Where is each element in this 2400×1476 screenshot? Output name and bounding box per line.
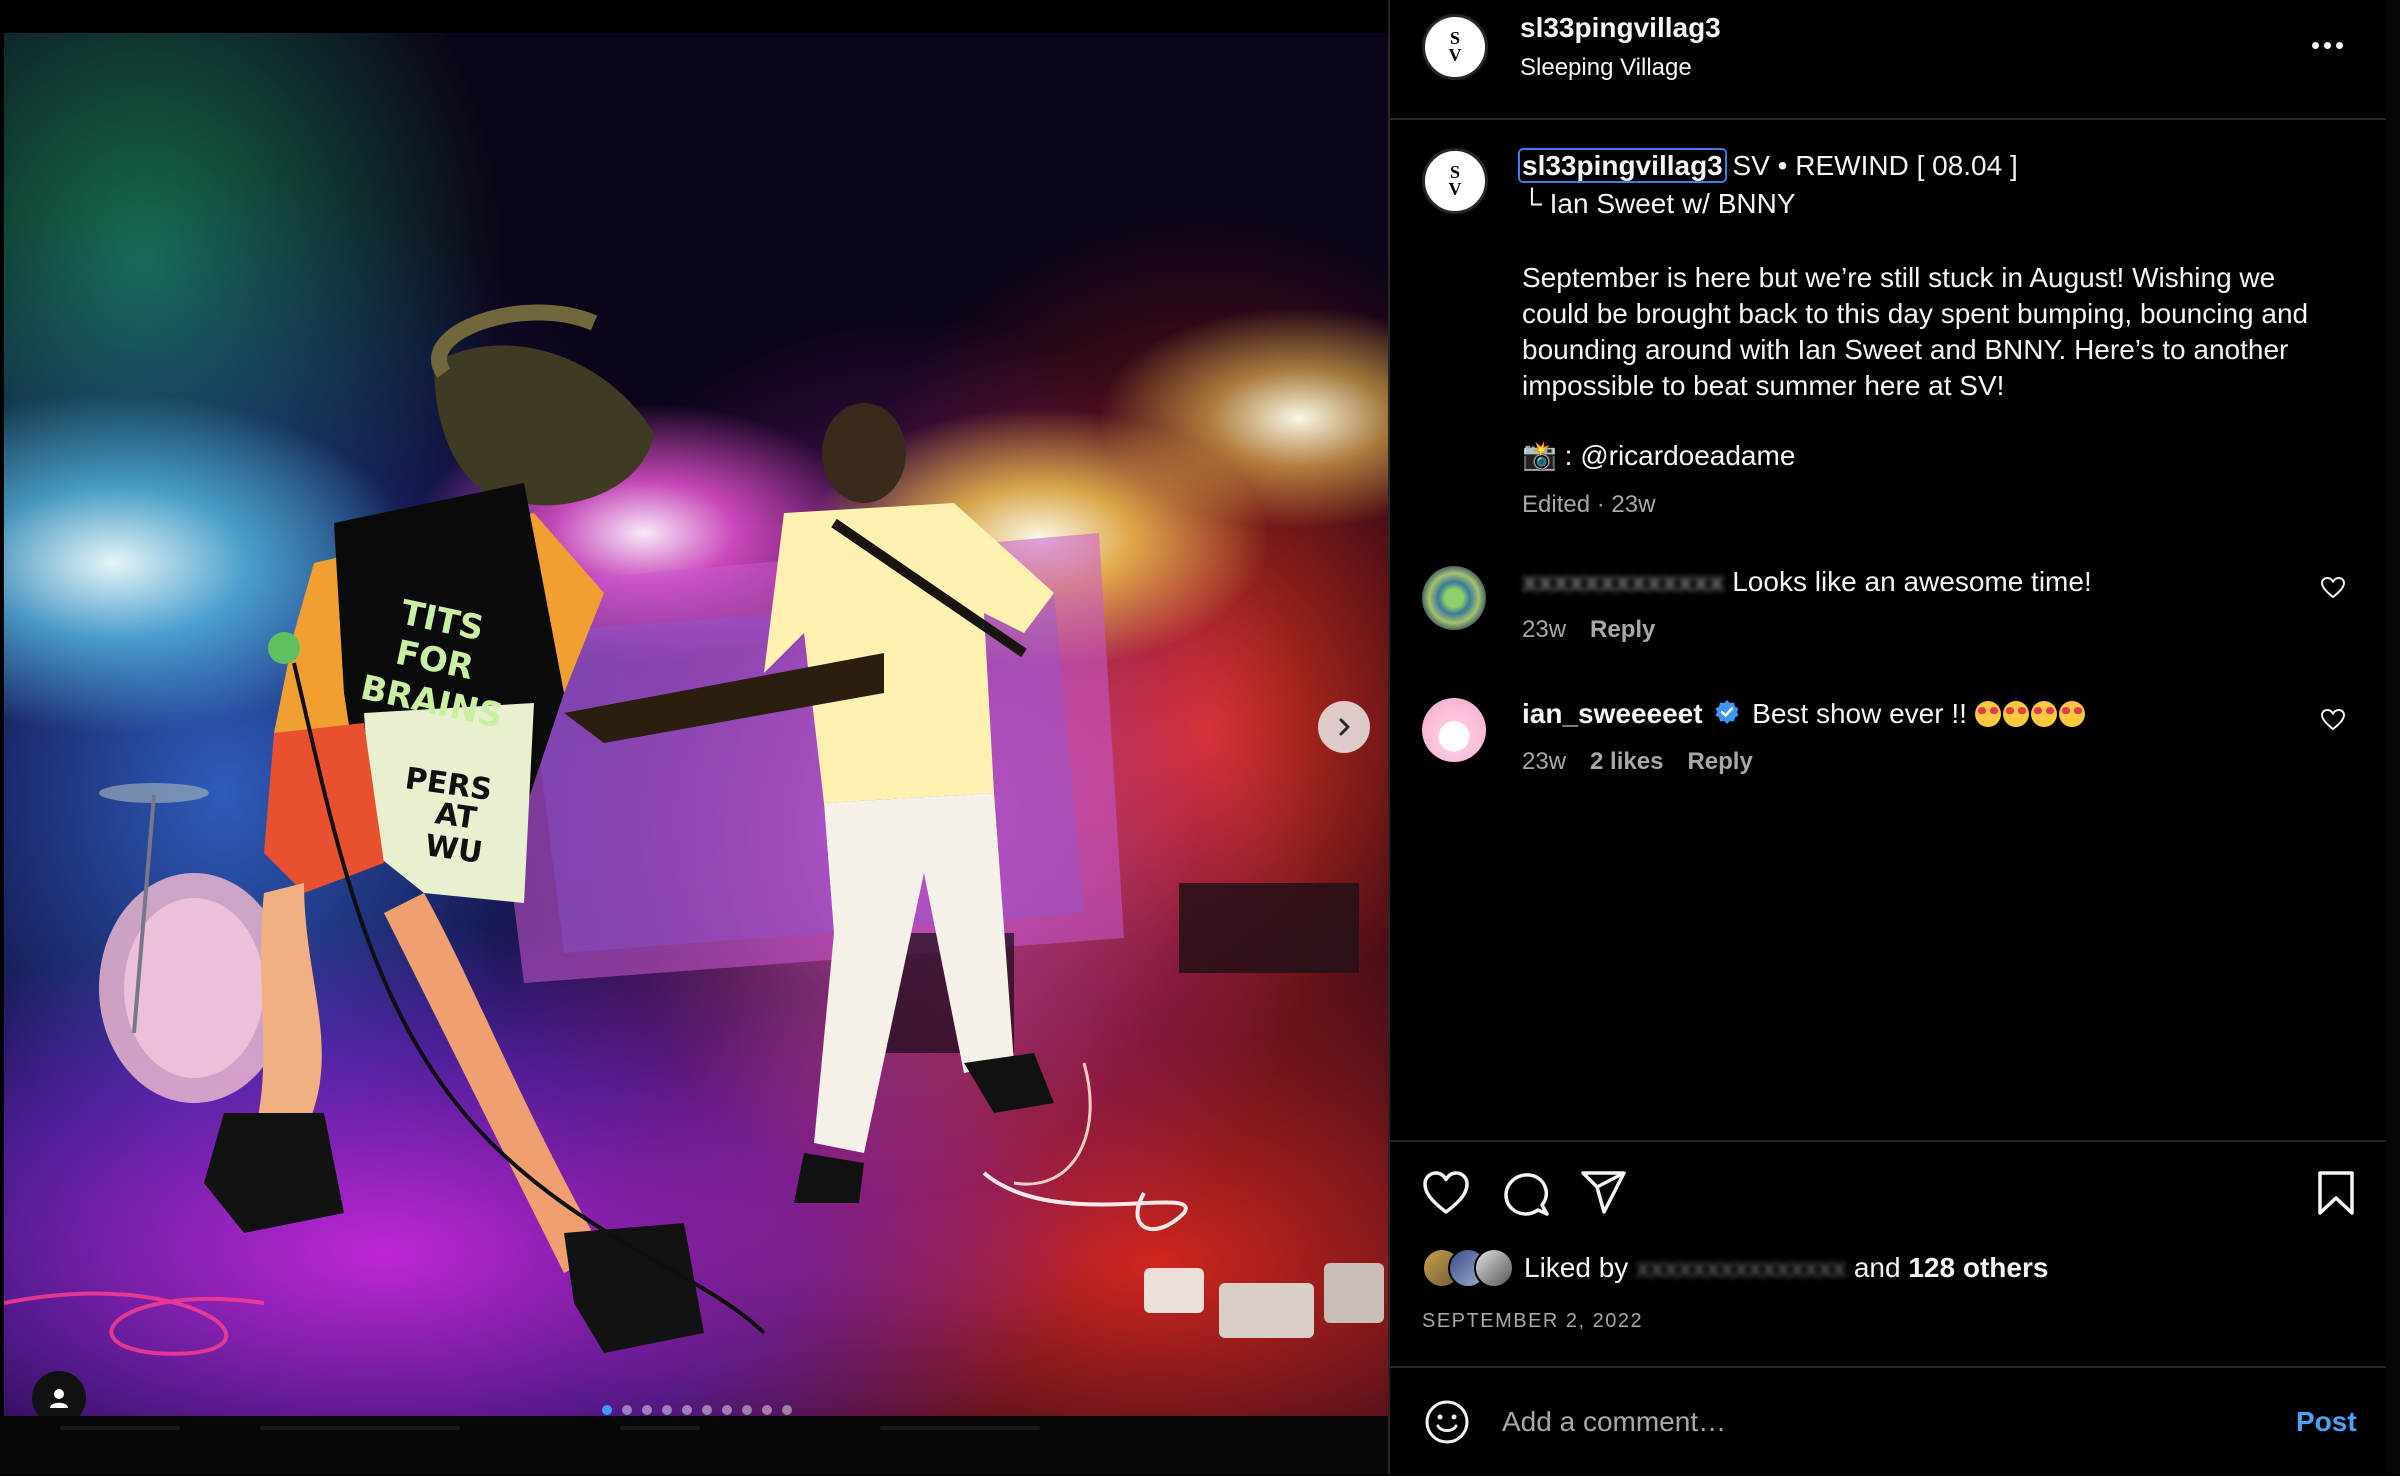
avatar-letter-v: V — [1448, 45, 1462, 65]
tagged-users-button[interactable] — [32, 1371, 86, 1416]
post-date[interactable]: SEPTEMBER 2, 2022 — [1422, 1310, 1643, 1333]
comment-text: Best show ever !! — [1752, 698, 1967, 729]
heart-eyes-emoji-group — [1974, 698, 2087, 729]
liker-avatar[interactable] — [1474, 1248, 1514, 1288]
liked-by-text: Liked by xxxxxxxxxxxxxxx and 128 others — [1524, 1252, 2048, 1284]
post-actions: Liked by xxxxxxxxxxxxxxx and 128 others … — [1390, 1140, 2388, 1368]
emoji-icon[interactable] — [1424, 1399, 1470, 1445]
heart-eyes-emoji — [2002, 701, 2029, 727]
carousel-indicator — [602, 1405, 792, 1415]
caption-subtitle: └ Ian Sweet w/ BNNY — [1522, 188, 1796, 219]
liked-by-prefix: Liked by — [1524, 1252, 1629, 1283]
header-username[interactable]: sl33pingvillag3 — [1520, 12, 1721, 44]
carousel-next-button[interactable] — [1318, 701, 1370, 753]
post-comment-button[interactable]: Post — [2296, 1406, 2357, 1438]
comment-time[interactable]: 23w — [1522, 616, 1566, 644]
carousel-dot — [622, 1405, 632, 1415]
heart-icon[interactable] — [1422, 1170, 1470, 1216]
more-options-button[interactable] — [2312, 42, 2343, 49]
comment-meta: 23w 2 likes Reply — [1522, 748, 1753, 776]
background-strip — [0, 1416, 1388, 1474]
carousel-dot — [702, 1405, 712, 1415]
carousel-dot — [602, 1405, 612, 1415]
bookmark-icon[interactable] — [2316, 1170, 2356, 1216]
liked-by-suffix: and — [1853, 1252, 1901, 1283]
carousel-dot — [722, 1405, 732, 1415]
page-gutter — [2386, 0, 2400, 1474]
liked-by-row: Liked by xxxxxxxxxxxxxxx and 128 others — [1422, 1248, 2048, 1288]
avatar-letter-v: V — [1448, 179, 1462, 199]
comment-reply-button[interactable]: Reply — [1590, 616, 1655, 644]
comment-text-row: ian_sweeeeet Best show ever !! — [1522, 698, 2087, 730]
liked-by-others-link[interactable]: 128 others — [1908, 1252, 2048, 1283]
carousel-dot — [642, 1405, 652, 1415]
caption-title: SV • REWIND [ 08.04 ] — [1732, 150, 2018, 181]
chevron-right-icon — [1339, 718, 1350, 736]
comment-avatar[interactable] — [1422, 698, 1486, 762]
more-icon — [2312, 42, 2343, 49]
comment-likes[interactable]: 2 likes — [1590, 748, 1663, 776]
post-image[interactable]: TITS FOR BRAINS PERS AT WU — [4, 33, 1388, 1416]
heart-eyes-emoji — [1974, 701, 2001, 727]
carousel-dot — [682, 1405, 692, 1415]
carousel-dot — [762, 1405, 772, 1415]
person-icon — [50, 1389, 68, 1408]
caption-photo-credit[interactable]: 📸 : @ricardoeadame — [1522, 439, 1795, 472]
caption-username-link[interactable]: sl33pingvillag3 — [1518, 148, 1727, 183]
carousel-dot — [662, 1405, 672, 1415]
heart-eyes-emoji — [2058, 701, 2085, 727]
comment-username-blurred[interactable]: xxxxxxxxxxxxx — [1522, 566, 1724, 597]
header-display-name[interactable]: Sleeping Village — [1520, 54, 1692, 82]
post-details-panel: S V sl33pingvillag3 Sleeping Village S V… — [1388, 0, 2388, 1474]
caption-meta: Edited · 23w — [1522, 491, 1656, 518]
comment-text-row: xxxxxxxxxxxxx Looks like an awesome time… — [1522, 566, 2092, 598]
comment-time[interactable]: 23w — [1522, 748, 1566, 776]
profile-avatar[interactable]: S V — [1422, 14, 1488, 80]
comment-avatar[interactable] — [1422, 566, 1486, 630]
heart-eyes-emoji — [2030, 701, 2057, 727]
carousel-dot — [742, 1405, 752, 1415]
share-icon[interactable] — [1580, 1170, 1628, 1216]
verified-icon — [1715, 700, 1739, 724]
concert-photo: TITS FOR BRAINS PERS AT WU — [4, 304, 1384, 1356]
comment-username[interactable]: ian_sweeeeet — [1522, 698, 1703, 729]
comment-icon[interactable] — [1502, 1170, 1550, 1218]
add-comment-bar: Add a comment… Post — [1390, 1366, 2388, 1476]
post-header: S V sl33pingvillag3 Sleeping Village — [1390, 0, 2388, 120]
comment-like-icon[interactable] — [2320, 708, 2346, 732]
comment-like-icon[interactable] — [2320, 576, 2346, 600]
liked-by-user-blurred[interactable]: xxxxxxxxxxxxxxx — [1636, 1252, 1846, 1283]
carousel-dot — [782, 1405, 792, 1415]
caption-avatar[interactable]: S V — [1422, 148, 1488, 214]
comment-reply-button[interactable]: Reply — [1687, 748, 1752, 776]
caption-body: September is here but we’re still stuck … — [1522, 262, 2309, 401]
comment-input[interactable]: Add a comment… — [1502, 1406, 1726, 1438]
comment-text: Looks like an awesome time! — [1732, 566, 2092, 597]
caption-title-row: sl33pingvillag3 SV • REWIND [ 08.04 ] — [1518, 148, 2342, 184]
comment-meta: 23w Reply — [1522, 616, 1655, 644]
